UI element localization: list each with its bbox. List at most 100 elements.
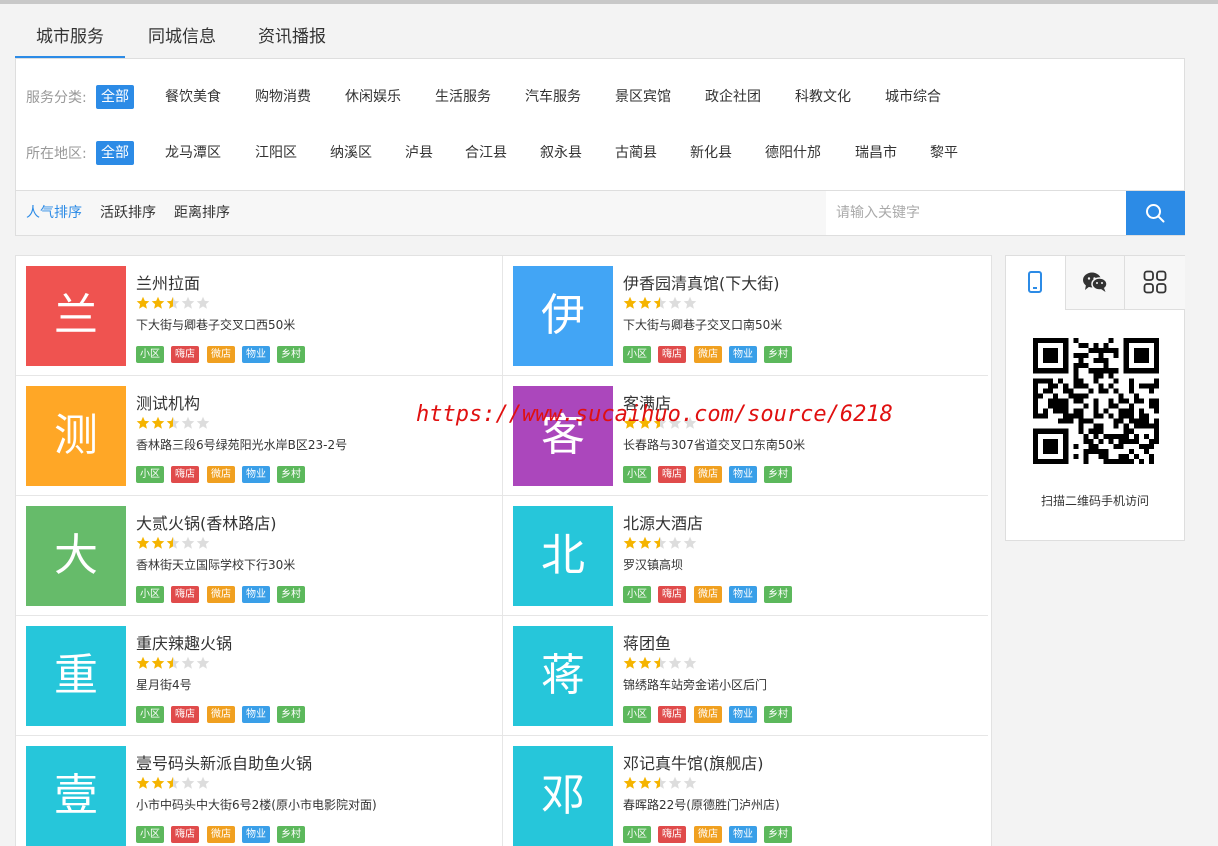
region-luxian[interactable]: 泸县 — [400, 141, 438, 165]
listing-thumbnail[interactable]: 伊 — [513, 266, 613, 366]
listing-tag[interactable]: 小区 — [136, 346, 164, 363]
tab-news[interactable]: 资讯播报 — [247, 20, 337, 56]
listing-tag[interactable]: 小区 — [136, 586, 164, 603]
listing-tag[interactable]: 乡村 — [764, 466, 792, 483]
listing-tag[interactable]: 乡村 — [277, 466, 305, 483]
category-gov-org[interactable]: 政企社团 — [700, 85, 766, 109]
listing-thumbnail[interactable]: 测 — [26, 386, 126, 486]
region-gulin[interactable]: 古蔺县 — [610, 141, 662, 165]
listing-tag[interactable]: 嗨店 — [658, 466, 686, 483]
listing-thumbnail[interactable]: 兰 — [26, 266, 126, 366]
search-input[interactable] — [826, 191, 1126, 235]
listing-name[interactable]: 邓记真牛馆(旗舰店) — [623, 750, 764, 774]
region-xinhua[interactable]: 新化县 — [685, 141, 737, 165]
listing-tag[interactable]: 乡村 — [277, 826, 305, 843]
category-city-general[interactable]: 城市综合 — [880, 85, 946, 109]
sort-activity[interactable]: 活跃排序 — [100, 191, 156, 235]
listing-tag[interactable]: 物业 — [729, 826, 757, 843]
listing-tag[interactable]: 乡村 — [764, 586, 792, 603]
listing-tag[interactable]: 微店 — [694, 586, 722, 603]
category-all[interactable]: 全部 — [96, 85, 134, 109]
listing-thumbnail[interactable]: 大 — [26, 506, 126, 606]
listing-card[interactable]: 重重庆辣趣火锅 星月街4号 小区 嗨店 微店 物业 乡村 — [16, 616, 502, 736]
listing-tag[interactable]: 嗨店 — [171, 586, 199, 603]
sidebar-tab-wechat[interactable] — [1065, 256, 1125, 310]
listing-tag[interactable]: 嗨店 — [171, 826, 199, 843]
listing-tag[interactable]: 微店 — [694, 706, 722, 723]
listing-tag[interactable]: 小区 — [623, 586, 651, 603]
listing-card[interactable]: 兰兰州拉面 下大街与卿巷子交叉口西50米 小区 嗨店 微店 物业 乡村 — [16, 256, 502, 376]
listing-tag[interactable]: 嗨店 — [171, 466, 199, 483]
region-jiangyang[interactable]: 江阳区 — [250, 141, 302, 165]
listing-tag[interactable]: 小区 — [136, 466, 164, 483]
region-deyang-shifang[interactable]: 德阳什邡 — [760, 141, 826, 165]
tab-city-services[interactable]: 城市服务 — [15, 20, 125, 59]
listing-tag[interactable]: 微店 — [207, 346, 235, 363]
listing-name[interactable]: 蒋团鱼 — [623, 630, 671, 654]
listing-tag[interactable]: 乡村 — [277, 706, 305, 723]
listing-tag[interactable]: 嗨店 — [658, 586, 686, 603]
listing-tag[interactable]: 微店 — [207, 586, 235, 603]
region-naxi[interactable]: 纳溪区 — [325, 141, 377, 165]
region-hejiang[interactable]: 合江县 — [460, 141, 512, 165]
listing-tag[interactable]: 微店 — [207, 466, 235, 483]
listing-tag[interactable]: 乡村 — [277, 346, 305, 363]
listing-name[interactable]: 测试机构 — [136, 390, 200, 414]
listing-tag[interactable]: 嗨店 — [658, 346, 686, 363]
listing-name[interactable]: 大贰火锅(香林路店) — [136, 510, 277, 534]
listing-tag[interactable]: 小区 — [136, 826, 164, 843]
region-ruichang[interactable]: 瑞昌市 — [850, 141, 902, 165]
listing-thumbnail[interactable]: 北 — [513, 506, 613, 606]
listing-tag[interactable]: 微店 — [207, 826, 235, 843]
category-shopping[interactable]: 购物消费 — [250, 85, 316, 109]
category-edu-culture[interactable]: 科教文化 — [790, 85, 856, 109]
listing-name[interactable]: 重庆辣趣火锅 — [136, 630, 232, 654]
listing-card[interactable]: 蒋蒋团鱼 锦绣路车站旁金诺小区后门 小区 嗨店 微店 物业 乡村 — [502, 616, 988, 736]
category-scenic-hotel[interactable]: 景区宾馆 — [610, 85, 676, 109]
listing-tag[interactable]: 物业 — [242, 826, 270, 843]
listing-tag[interactable]: 嗨店 — [658, 826, 686, 843]
listing-card[interactable]: 壹壹号码头新派自助鱼火锅 小市中码头中大街6号2楼(原小市电影院对面) 小区 嗨店 微店… — [16, 736, 502, 846]
category-auto[interactable]: 汽车服务 — [520, 85, 586, 109]
listing-tag[interactable]: 小区 — [623, 346, 651, 363]
listing-thumbnail[interactable]: 壹 — [26, 746, 126, 846]
listing-tag[interactable]: 物业 — [729, 466, 757, 483]
sidebar-tab-mobile[interactable] — [1006, 256, 1065, 310]
listing-tag[interactable]: 微店 — [694, 826, 722, 843]
listing-tag[interactable]: 小区 — [136, 706, 164, 723]
listing-card[interactable]: 大大贰火锅(香林路店) 香林街天立国际学校下行30米 小区 嗨店 微店 物业 乡村 — [16, 496, 502, 616]
listing-thumbnail[interactable]: 蒋 — [513, 626, 613, 726]
listing-tag[interactable]: 物业 — [729, 706, 757, 723]
listing-tag[interactable]: 乡村 — [277, 586, 305, 603]
listing-card[interactable]: 邓邓记真牛馆(旗舰店) 春晖路22号(原德胜门泸州店) 小区 嗨店 微店 物业 乡村 — [502, 736, 988, 846]
listing-tag[interactable]: 微店 — [694, 346, 722, 363]
listing-tag[interactable]: 微店 — [207, 706, 235, 723]
listing-tag[interactable]: 小区 — [623, 466, 651, 483]
listing-tag[interactable]: 嗨店 — [171, 706, 199, 723]
listing-card[interactable]: 测测试机构 香林路三段6号绿苑阳光水岸B区23-2号 小区 嗨店 微店 物业 乡村 — [16, 376, 502, 496]
listing-thumbnail[interactable]: 重 — [26, 626, 126, 726]
listing-name[interactable]: 北源大酒店 — [623, 510, 703, 534]
listing-tag[interactable]: 微店 — [694, 466, 722, 483]
listing-tag[interactable]: 物业 — [729, 586, 757, 603]
listing-card[interactable]: 客客满店 长春路与307省道交叉口东南50米 小区 嗨店 微店 物业 乡村 — [502, 376, 988, 496]
tab-local-info[interactable]: 同城信息 — [137, 20, 227, 56]
listing-name[interactable]: 客满店 — [623, 390, 671, 414]
sidebar-tab-apps[interactable] — [1124, 256, 1185, 310]
listing-tag[interactable]: 嗨店 — [658, 706, 686, 723]
listing-thumbnail[interactable]: 客 — [513, 386, 613, 486]
region-all[interactable]: 全部 — [96, 141, 134, 165]
category-leisure[interactable]: 休闲娱乐 — [340, 85, 406, 109]
listing-card[interactable]: 伊伊香园清真馆(下大街) 下大街与卿巷子交叉口南50米 小区 嗨店 微店 物业 乡村 — [502, 256, 988, 376]
listing-tag[interactable]: 物业 — [729, 346, 757, 363]
listing-tag[interactable]: 乡村 — [764, 706, 792, 723]
listing-tag[interactable]: 物业 — [242, 466, 270, 483]
listing-tag[interactable]: 嗨店 — [171, 346, 199, 363]
listing-name[interactable]: 伊香园清真馆(下大街) — [623, 270, 780, 294]
sort-popularity[interactable]: 人气排序 — [26, 191, 82, 235]
listing-thumbnail[interactable]: 邓 — [513, 746, 613, 846]
listing-tag[interactable]: 物业 — [242, 346, 270, 363]
region-xuyong[interactable]: 叙永县 — [535, 141, 587, 165]
listing-tag[interactable]: 乡村 — [764, 826, 792, 843]
listing-tag[interactable]: 乡村 — [764, 346, 792, 363]
